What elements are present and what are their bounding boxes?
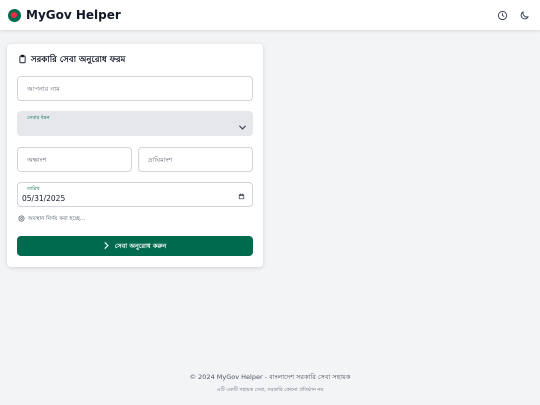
bangladesh-flag-logo (8, 8, 21, 22)
date-field[interactable]: তারিখ 05/31/2025 (17, 182, 253, 207)
form-title: সরকারি সেবা অনুরোধ ফরম (18, 53, 125, 67)
chevron-right-icon (104, 241, 109, 251)
name-input[interactable] (18, 77, 252, 100)
chevron-down-icon (239, 124, 246, 132)
footer-copyright: © 2024 MyGov Helper - বাংলাদেশ সরকারি সে… (189, 373, 351, 381)
calendar-icon[interactable] (238, 193, 245, 202)
footer: © 2024 MyGov Helper - বাংলাদেশ সরকারি সে… (0, 372, 540, 395)
longitude-input[interactable] (139, 148, 252, 171)
latitude-input[interactable] (18, 148, 131, 171)
app-header: MyGov Helper (0, 0, 540, 30)
latitude-field[interactable] (17, 147, 132, 172)
submit-label: সেবা অনুরোধ করুন (114, 241, 167, 250)
longitude-field[interactable] (138, 147, 253, 172)
date-value[interactable]: 05/31/2025 (22, 194, 65, 203)
history-icon[interactable] (494, 7, 510, 23)
location-status: অবস্থান নির্ণয় করা হচ্ছে... (18, 215, 85, 224)
submit-request-button[interactable]: সেবা অনুরোধ করুন (17, 236, 253, 256)
app-title: MyGov Helper (26, 8, 121, 22)
service-type-select[interactable]: সেবার ধরন (17, 111, 253, 136)
date-label: তারিখ (27, 186, 40, 192)
form-title-text: সরকারি সেবা অনুরোধ ফরম (31, 55, 126, 65)
footer-disclaimer: এটি একটি সহায়ক সেবা, সরকারি কোনো প্রতিষ… (216, 387, 324, 393)
header-actions (494, 7, 532, 23)
moon-icon[interactable] (516, 7, 532, 23)
name-field[interactable] (17, 76, 253, 101)
location-target-icon (18, 215, 25, 224)
service-type-label: সেবার ধরন (27, 115, 50, 121)
service-request-form: সরকারি সেবা অনুরোধ ফরম সেবার ধরন তারিখ 0… (7, 44, 263, 267)
location-status-text: অবস্থান নির্ণয় করা হচ্ছে... (28, 215, 86, 222)
clipboard-icon (18, 54, 27, 67)
